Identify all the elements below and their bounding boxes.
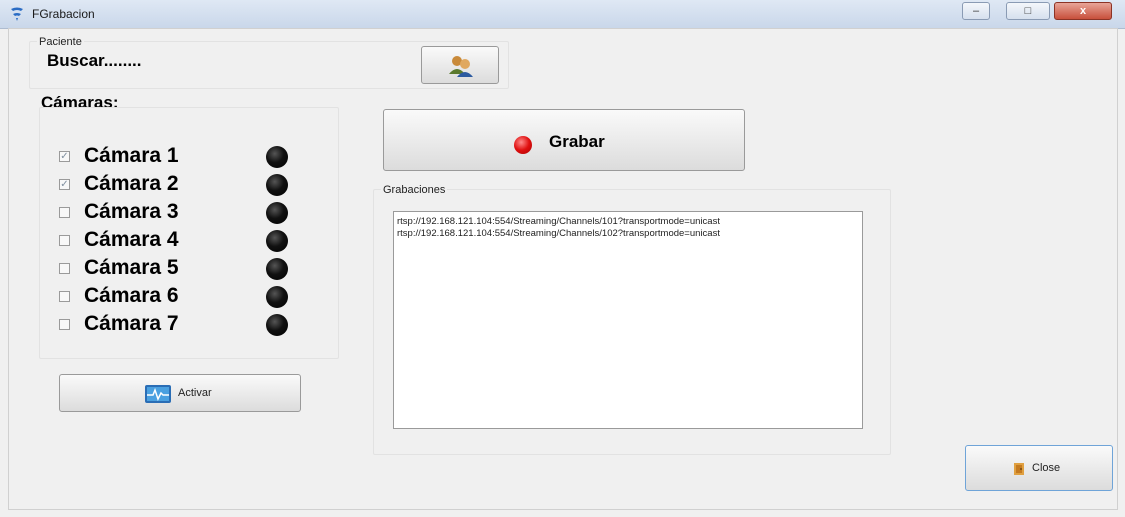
camera-4-checkbox[interactable] (59, 235, 70, 246)
close-button[interactable]: Close (965, 445, 1113, 491)
camera-2-checkbox[interactable]: ✓ (59, 179, 70, 190)
paciente-group-label: Paciente (37, 36, 84, 48)
camera-3-status-led (266, 202, 288, 224)
camera-3-checkbox[interactable] (59, 207, 70, 218)
app-icon (11, 7, 23, 21)
camera-7-status-led (266, 314, 288, 336)
grabar-label: Grabar (549, 132, 605, 151)
camera-1-checkbox[interactable]: ✓ (59, 151, 70, 162)
close-icon: x (1079, 5, 1087, 17)
monitor-pulse-icon (145, 385, 171, 403)
camera-6-status-led (266, 286, 288, 308)
camera-7-label: Cámara 7 (84, 312, 179, 335)
camera-2-label: Cámara 2 (84, 172, 179, 195)
patient-search-field[interactable]: Buscar........ (47, 51, 142, 71)
camera-4-status-led (266, 230, 288, 252)
camera-row-4[interactable]: Cámara 4 (59, 227, 299, 255)
camera-row-7[interactable]: Cámara 7 (59, 311, 299, 339)
close-window-button[interactable]: x (1054, 2, 1112, 20)
record-icon (514, 136, 532, 154)
activar-button[interactable]: Activar (59, 374, 301, 412)
maximize-button[interactable]: □ (1006, 2, 1050, 20)
activar-label: Activar (178, 387, 212, 399)
camera-6-label: Cámara 6 (84, 284, 179, 307)
list-item[interactable]: rtsp://192.168.121.104:554/Streaming/Cha… (397, 228, 859, 240)
camera-row-5[interactable]: Cámara 5 (59, 255, 299, 283)
camera-row-3[interactable]: Cámara 3 (59, 199, 299, 227)
title-bar: FGrabacion – □ x (0, 0, 1125, 29)
camera-5-status-led (266, 258, 288, 280)
form-client-area: Paciente Buscar........ Cámaras: ✓ Cámar… (8, 28, 1118, 510)
camera-2-status-led (266, 174, 288, 196)
search-patient-button[interactable] (421, 46, 499, 84)
camera-4-label: Cámara 4 (84, 228, 179, 251)
window-title: FGrabacion (32, 7, 95, 21)
minimize-icon: – (972, 5, 980, 17)
minimize-button[interactable]: – (962, 2, 990, 20)
camera-3-label: Cámara 3 (84, 200, 179, 223)
camera-row-2[interactable]: ✓ Cámara 2 (59, 171, 299, 199)
camera-row-1[interactable]: ✓ Cámara 1 (59, 143, 299, 171)
camera-7-checkbox[interactable] (59, 319, 70, 330)
camera-1-label: Cámara 1 (84, 144, 179, 167)
list-item[interactable]: rtsp://192.168.121.104:554/Streaming/Cha… (397, 216, 859, 228)
camera-6-checkbox[interactable] (59, 291, 70, 302)
camera-5-checkbox[interactable] (59, 263, 70, 274)
camera-5-label: Cámara 5 (84, 256, 179, 279)
maximize-icon: □ (1024, 5, 1032, 17)
grabar-button[interactable]: Grabar (383, 109, 745, 171)
close-label: Close (1032, 462, 1061, 474)
grabaciones-group-label: Grabaciones (381, 184, 448, 196)
camera-1-status-led (266, 146, 288, 168)
users-icon (449, 56, 473, 77)
door-icon (1014, 463, 1024, 475)
camera-row-6[interactable]: Cámara 6 (59, 283, 299, 311)
recordings-list[interactable]: rtsp://192.168.121.104:554/Streaming/Cha… (393, 211, 863, 429)
